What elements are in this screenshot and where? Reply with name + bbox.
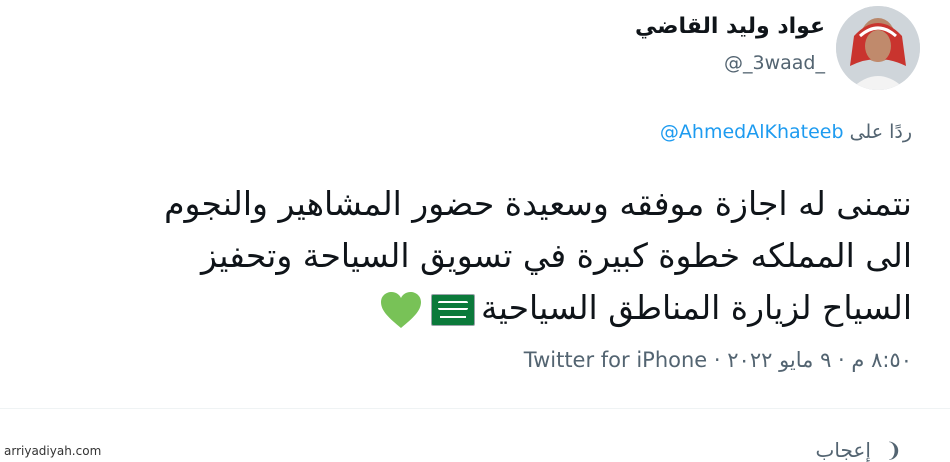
author-name[interactable]: عواد وليد القاضي xyxy=(635,14,825,39)
likes-label: إعجاب xyxy=(815,438,871,462)
avatar-image xyxy=(836,6,920,90)
divider xyxy=(0,408,950,409)
saudi-flag-emoji xyxy=(431,293,475,326)
avatar[interactable] xyxy=(836,6,920,90)
green-heart-emoji xyxy=(381,291,421,328)
tweet-text-line-3-wrap: السياح لزيارة المناطق السياحية xyxy=(32,282,912,334)
likes-count-icon: ❨ xyxy=(885,438,902,462)
tweet-text-line-1: نتمنى له اجازة موفقه وسعيدة حضور المشاهي… xyxy=(164,184,912,223)
reply-mention-link[interactable]: @AhmedAlKhateeb xyxy=(660,121,844,143)
tweet-meta: ٨:٥٠ م · ٩ مايو ٢٠٢٢ · Twitter for iPhon… xyxy=(524,348,912,372)
tweet-timestamp[interactable]: ٨:٥٠ م · ٩ مايو ٢٠٢٢ · xyxy=(714,348,912,372)
likes-row[interactable]: ❨ إعجاب xyxy=(816,438,902,462)
tweet-text: نتمنى له اجازة موفقه وسعيدة حضور المشاهي… xyxy=(32,178,912,334)
author-handle[interactable]: @_3waad_ xyxy=(724,52,825,74)
tweet-text-line-3: السياح لزيارة المناطق السياحية xyxy=(481,288,912,327)
tweet-card: عواد وليد القاضي @_3waad_ ردًا على @Ahme… xyxy=(0,0,950,462)
reply-context: ردًا على @AhmedAlKhateeb xyxy=(660,121,912,143)
tweet-text-line-2: الى المملكه خطوة كبيرة في تسويق السياحة … xyxy=(200,236,912,275)
reply-prefix: ردًا على xyxy=(849,121,912,143)
tweet-source: Twitter for iPhone xyxy=(523,348,708,372)
watermark: arriyadiyah.com xyxy=(4,444,102,458)
